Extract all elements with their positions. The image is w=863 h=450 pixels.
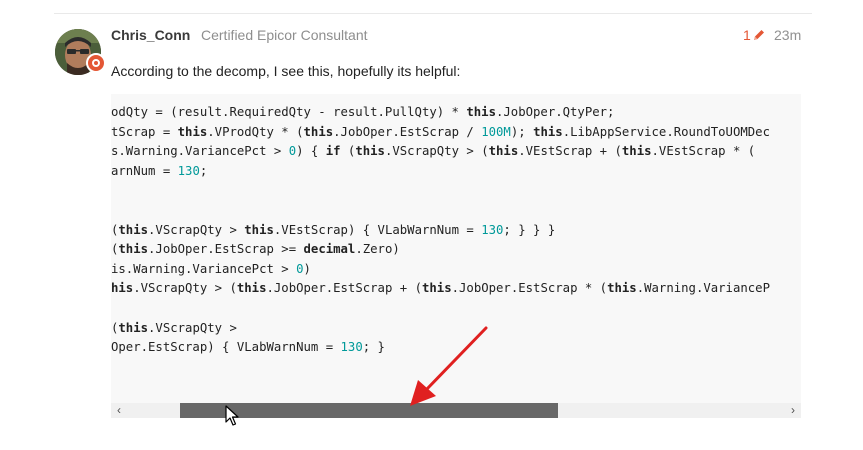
code-number: 100M (481, 124, 511, 139)
pencil-icon[interactable] (752, 28, 766, 42)
mouse-pointer-icon (225, 405, 239, 426)
code-line: tScrap = this.VProdQty * (this.JobOper.E… (111, 125, 770, 139)
code-keyword: this (533, 124, 563, 139)
code-keyword: this (177, 124, 208, 139)
code-number: 0 (296, 261, 304, 276)
code-keyword: this (244, 222, 274, 237)
code-text: .VScrapQty > ( (384, 144, 489, 159)
flair-badge-icon (86, 53, 106, 73)
code-text: ); (510, 124, 534, 139)
code-text: ) { (296, 144, 326, 159)
code-text: .JobOper.EstScrap / (333, 124, 482, 139)
code-text: ) (303, 261, 311, 276)
code-line: s.Warning.VariancePct > 0) { if (this.VS… (111, 144, 755, 158)
code-keyword: this (118, 222, 149, 237)
code-keyword: decimal (303, 242, 356, 257)
code-text: ; (199, 163, 208, 178)
code-text: ; } (362, 340, 385, 355)
code-line: arnNum = 130; (111, 164, 207, 178)
code-keyword: his (111, 281, 134, 296)
code-line: odQty = (result.RequiredQty - result.Pul… (111, 105, 614, 119)
code-number: 130 (481, 222, 504, 237)
code-line: is.Warning.VariancePct > 0) (111, 262, 311, 276)
code-keyword: this (236, 281, 267, 296)
code-text: s.Warning.VariancePct > (111, 144, 289, 159)
code-keyword: if (325, 144, 341, 159)
code-text: .VScrapQty > (148, 320, 237, 335)
code-keyword: this (607, 281, 637, 296)
code-keyword: this (355, 144, 385, 159)
code-text: .JobOper.EstScrap + ( (266, 281, 422, 296)
code-text: .JobOper.EstScrap >= (148, 242, 304, 257)
code-keyword: this (488, 144, 519, 159)
code-number: 130 (177, 163, 200, 178)
code-keyword: this (303, 124, 334, 139)
code-text: tScrap = (111, 124, 178, 139)
code-text: .VEstScrap + ( (518, 144, 622, 159)
code-text: .Zero) (355, 242, 400, 257)
code-line: (this.VScrapQty > this.VEstScrap) { VLab… (111, 223, 555, 237)
code-line: Oper.EstScrap) { VLabWarnNum = 130; } (111, 340, 385, 354)
username[interactable]: Chris_Conn (111, 27, 190, 43)
code-keyword: this (621, 144, 652, 159)
edit-count[interactable]: 1 (743, 27, 751, 43)
code-text: is.Warning.VariancePct > (111, 261, 297, 276)
code-keyword: this (466, 105, 496, 119)
code-text: .JobOper.QtyPer; (496, 105, 615, 119)
code-text: .JobOper.EstScrap * ( (451, 281, 608, 296)
code-number: 0 (288, 144, 297, 159)
code-line: (this.JobOper.EstScrap >= decimal.Zero) (111, 242, 400, 256)
code-text: .LibAppService.RoundToUOMDec (562, 124, 770, 139)
code-text: ; } } } (503, 222, 556, 237)
code-text: odQty = (result.RequiredQty - result.Pul… (111, 105, 467, 119)
code-text: .VEstScrap) { VLabWarnNum = (273, 222, 482, 237)
code-text: Oper.EstScrap) { VLabWarnNum = (111, 340, 341, 355)
code-number: 130 (340, 340, 363, 355)
code-text: ( (340, 144, 356, 159)
code-text: .VEstScrap * ( (651, 144, 756, 159)
post-time[interactable]: 23m (774, 27, 801, 43)
post-divider (54, 13, 812, 14)
code-text: .Warning.VarianceP (636, 281, 770, 296)
annotation-arrow-icon (410, 326, 488, 406)
code-keyword: this (421, 281, 452, 296)
post-body-text: According to the decomp, I see this, hop… (111, 63, 461, 79)
code-text: .VScrapQty > ( (133, 281, 237, 296)
scroll-left-arrow-icon[interactable]: ‹ (111, 403, 127, 418)
code-line: his.VScrapQty > (this.JobOper.EstScrap +… (111, 281, 770, 295)
code-keyword: this (118, 320, 149, 335)
code-text: .VProdQty * ( (207, 124, 304, 139)
code-content: odQty = (result.RequiredQty - result.Pul… (111, 103, 770, 358)
code-text: .VScrapQty > (148, 222, 245, 237)
code-keyword: this (118, 242, 149, 257)
user-title: Certified Epicor Consultant (201, 27, 368, 43)
scroll-right-arrow-icon[interactable]: › (785, 403, 801, 418)
code-text: arnNum = (111, 163, 178, 178)
code-line: (this.VScrapQty > (111, 321, 237, 335)
